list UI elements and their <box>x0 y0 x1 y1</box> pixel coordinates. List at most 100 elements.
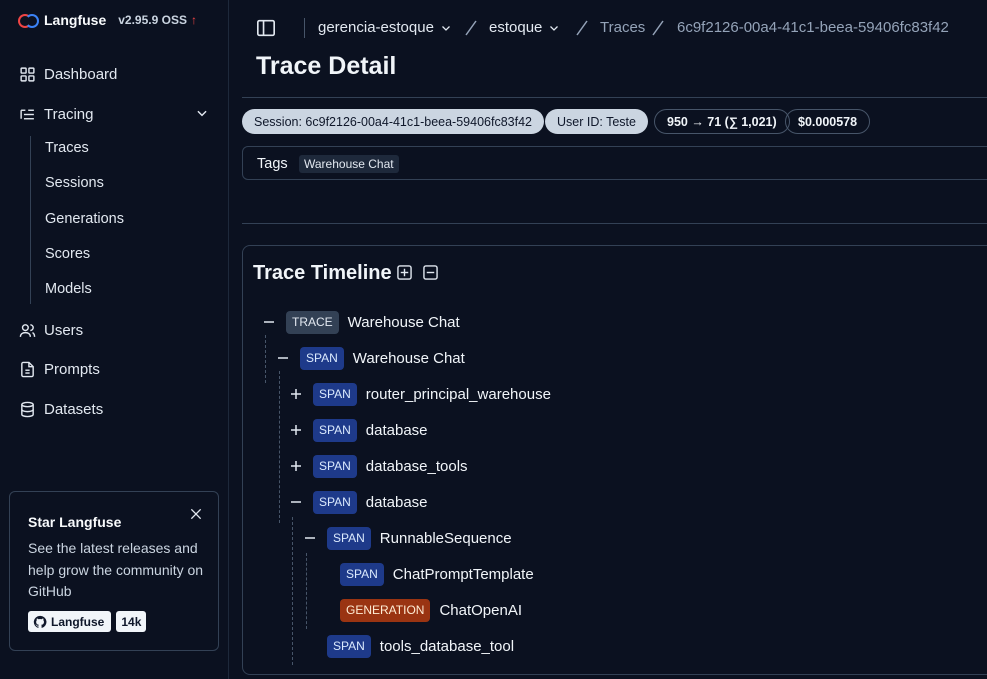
tags-label: Tags <box>257 156 288 172</box>
sidebar-toggle-icon[interactable] <box>256 19 276 37</box>
timeline-node-span[interactable]: SPAN Warehouse Chat <box>276 346 465 370</box>
close-icon[interactable] <box>188 506 204 522</box>
timeline-node-span[interactable]: SPAN ChatPromptTemplate <box>340 562 534 586</box>
breadcrumb-project[interactable]: estoque <box>489 19 560 36</box>
timeline-node-span[interactable]: SPAN database <box>289 490 428 514</box>
node-label: ChatOpenAI <box>439 601 523 619</box>
sidebar-item-label: Dashboard <box>44 65 118 83</box>
expand-icon[interactable] <box>289 459 303 473</box>
node-label: Warehouse Chat <box>347 313 460 331</box>
file-icon <box>18 360 36 378</box>
github-button-label: Langfuse <box>51 614 105 629</box>
tracing-icon <box>18 105 36 123</box>
breadcrumb-label: gerencia-estoque <box>318 19 434 36</box>
sidebar-item-dashboard[interactable]: Dashboard <box>18 63 117 85</box>
sidebar-item-scores[interactable]: Scores <box>45 246 90 262</box>
expand-all-icon[interactable] <box>397 265 412 280</box>
star-langfuse-card: Star Langfuse See the latest releases an… <box>9 491 219 651</box>
breadcrumb-separator-icon <box>576 20 588 36</box>
timeline-node-span[interactable]: SPAN tools_database_tool <box>327 634 514 658</box>
timeline-node-span[interactable]: SPAN database_tools <box>289 454 468 478</box>
node-label: tools_database_tool <box>379 637 515 655</box>
sidebar-item-datasets[interactable]: Datasets <box>18 398 103 420</box>
sidebar: Langfuse v2.95.9 OSS ↑ Dashboard Tracing… <box>0 0 229 679</box>
timeline-title: Trace Timeline <box>253 262 392 284</box>
collapse-icon[interactable] <box>276 351 290 365</box>
github-star-button[interactable]: Langfuse 14k <box>28 611 147 632</box>
tree-guide <box>279 371 280 523</box>
github-button[interactable]: Langfuse <box>28 611 112 632</box>
node-label: ChatPromptTemplate <box>392 565 534 583</box>
brand[interactable]: Langfuse v2.95.9 OSS ↑ <box>18 10 197 30</box>
star-card-title: Star Langfuse <box>28 514 122 530</box>
collapse-icon[interactable] <box>289 495 303 509</box>
tags-box: Tags Warehouse Chat <box>242 146 987 180</box>
chevron-down-icon[interactable] <box>195 106 209 120</box>
update-arrow-icon[interactable]: ↑ <box>191 13 197 27</box>
expand-icon[interactable] <box>289 423 303 437</box>
breadcrumb-label: estoque <box>489 19 543 36</box>
node-label: RunnableSequence <box>379 529 512 547</box>
node-label: database_tools <box>365 457 468 475</box>
langfuse-logo-icon <box>18 14 39 28</box>
breadcrumb-trace-id: 6c9f2126-00a4-41c1-beea-59406fc83f42 <box>677 19 949 36</box>
dashboard-icon <box>18 65 36 83</box>
timeline-node-span[interactable]: SPAN router_principal_warehouse <box>289 382 551 406</box>
github-icon <box>33 615 47 628</box>
sidebar-item-users[interactable]: Users <box>18 319 83 341</box>
node-type-badge: SPAN <box>313 382 357 406</box>
sidebar-item-label: Datasets <box>44 400 104 418</box>
node-type-badge: SPAN <box>300 346 344 370</box>
node-label: database <box>365 421 428 439</box>
cost-badge: $0.000578 <box>785 109 871 134</box>
node-type-badge: GENERATION <box>340 598 431 622</box>
brand-name: Langfuse <box>44 12 107 28</box>
sidebar-item-sessions[interactable]: Sessions <box>45 175 104 191</box>
sidebar-item-label: Tracing <box>44 105 94 123</box>
collapse-icon[interactable] <box>303 531 317 545</box>
sidebar-item-traces[interactable]: Traces <box>45 140 89 156</box>
tag-chip[interactable]: Warehouse Chat <box>299 155 399 173</box>
node-label: Warehouse Chat <box>352 349 465 367</box>
node-type-badge: SPAN <box>327 634 371 658</box>
breadcrumb-project-group[interactable]: gerencia-estoque <box>318 19 452 36</box>
node-type-badge: SPAN <box>313 490 357 514</box>
divider <box>242 97 987 98</box>
submenu-rail <box>30 136 31 304</box>
user-id-badge[interactable]: User ID: Teste <box>545 109 648 134</box>
node-label: database <box>365 493 428 511</box>
collapse-icon[interactable] <box>262 315 276 329</box>
session-badge[interactable]: Session: 6c9f2126-00a4-41c1-beea-59406fc… <box>242 109 544 134</box>
breadcrumb-traces[interactable]: Traces <box>600 19 645 36</box>
timeline-node-trace[interactable]: TRACE Warehouse Chat <box>262 310 460 334</box>
tree-guide <box>306 553 307 629</box>
star-card-description: See the latest releases and help grow th… <box>28 540 204 599</box>
timeline-node-generation[interactable]: GENERATION ChatOpenAI <box>340 598 522 622</box>
breadcrumb-separator-icon <box>465 20 477 36</box>
database-icon <box>18 400 36 418</box>
timeline-node-span[interactable]: SPAN RunnableSequence <box>303 526 512 550</box>
expand-icon[interactable] <box>289 387 303 401</box>
users-icon <box>18 321 36 339</box>
collapse-all-icon[interactable] <box>423 265 438 280</box>
star-count: 14k <box>116 611 147 632</box>
sidebar-item-prompts[interactable]: Prompts <box>18 358 100 380</box>
sidebar-item-generations[interactable]: Generations <box>45 211 124 227</box>
page-title: Trace Detail <box>256 52 397 80</box>
tree-guide <box>265 335 266 383</box>
divider <box>242 223 987 224</box>
sidebar-item-models[interactable]: Models <box>45 281 92 297</box>
tree-guide <box>292 517 293 665</box>
timeline-node-span[interactable]: SPAN database <box>289 418 428 442</box>
toolbar-divider <box>304 18 305 38</box>
token-usage-badge: 950 → 71 (∑ 1,021) <box>654 109 790 134</box>
node-type-badge: TRACE <box>286 310 339 334</box>
breadcrumb-separator-icon <box>652 20 664 36</box>
sidebar-item-tracing[interactable]: Tracing <box>18 103 93 125</box>
node-type-badge: SPAN <box>340 562 384 586</box>
node-type-badge: SPAN <box>313 418 357 442</box>
chevron-down-icon <box>441 25 450 31</box>
node-type-badge: SPAN <box>327 526 371 550</box>
node-type-badge: SPAN <box>313 454 357 478</box>
node-label: router_principal_warehouse <box>365 385 551 403</box>
